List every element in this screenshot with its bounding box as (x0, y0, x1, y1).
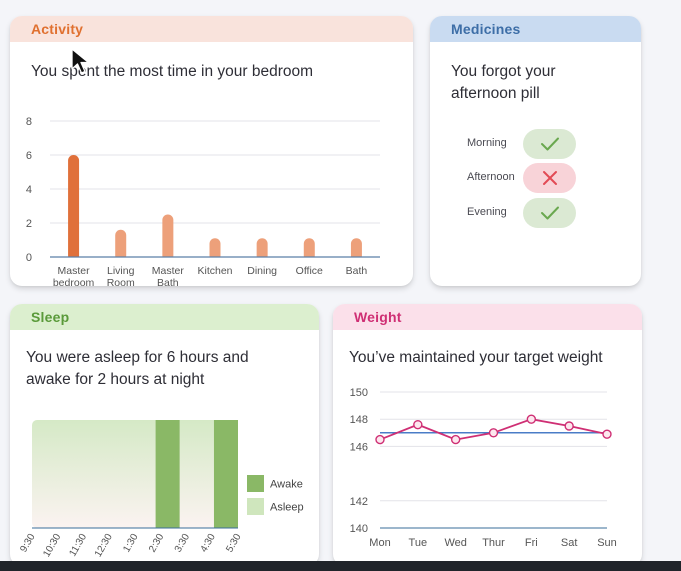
legend-label: Asleep (270, 502, 304, 514)
bottom-bar (0, 561, 681, 571)
x-tick-label: Bath (346, 265, 368, 277)
activity-header: Activity (10, 16, 413, 42)
medicines-title: You forgot your afternoon pill (451, 61, 556, 105)
sleep-title-line1: You were asleep for 6 hours and (26, 349, 249, 366)
x-tick-label: 11:30 (67, 532, 89, 559)
y-tick-label: 4 (26, 184, 32, 196)
x-tick-label: Fri (525, 537, 538, 549)
x-tick-label: Bath (157, 277, 179, 286)
baseline-mask (48, 257, 382, 263)
medicine-label: Morning (467, 137, 507, 149)
sleep-header: Sleep (10, 304, 319, 330)
activity-chart: 02468MasterbedroomLivingRoomMasterBathKi… (26, 116, 382, 286)
medicine-label: Evening (467, 206, 507, 218)
y-tick-label: 150 (350, 387, 368, 399)
mouse-pointer-icon (71, 48, 90, 74)
medicines-card: Medicines You forgot your afternoon pill… (430, 16, 641, 286)
medicine-row-afternoon: Afternoon (430, 163, 641, 193)
weight-point (488, 428, 499, 438)
x-tick-label: Room (107, 277, 135, 286)
medicine-row-evening: Evening (430, 198, 641, 228)
x-tick-label: 12:30 (93, 532, 115, 560)
x-tick-label: 10:30 (41, 532, 63, 560)
x-tick-label: 9:30 (18, 532, 37, 555)
sleep-title-line2: awake for 2 hours at night (26, 371, 205, 388)
bar (115, 229, 127, 261)
check-icon (540, 206, 559, 220)
x-tick-label: Mon (369, 537, 390, 549)
legend-swatch (247, 498, 264, 515)
medicine-status-missed (523, 163, 576, 193)
x-tick-label: Wed (444, 537, 466, 549)
medicine-row-morning: Morning (430, 129, 641, 159)
y-tick-label: 140 (350, 523, 368, 535)
x-tick-label: Kitchen (197, 265, 232, 277)
legend-label: Awake (270, 479, 303, 491)
y-tick-label: 8 (26, 116, 32, 128)
y-tick-label: 142 (350, 496, 368, 508)
x-tick-label: Thur (482, 537, 505, 549)
x-tick-label: Dining (247, 265, 277, 277)
x-tick-label: Tue (409, 537, 428, 549)
weight-point (413, 419, 423, 430)
cross-icon (542, 171, 557, 185)
sleep-card: Sleep You were asleep for 6 hours and aw… (10, 304, 319, 566)
x-tick-label: Sun (597, 537, 617, 549)
medicines-title-line2: afternoon pill (451, 85, 540, 102)
x-tick-label: 1:30 (121, 532, 140, 555)
medicines-header: Medicines (430, 16, 641, 42)
y-tick-label: 148 (350, 414, 368, 426)
sleep-background (32, 420, 238, 528)
check-icon (540, 137, 559, 151)
medicines-title-line1: You forgot your (451, 63, 556, 80)
legend-swatch (247, 475, 264, 492)
x-tick-label: 4:30 (199, 532, 218, 555)
weight-header: Weight (333, 304, 642, 330)
sleep-chart: 9:30 10:30 11:30 12:30 1:30 2:30 3:30 4:30 5:30 A… (18, 420, 304, 560)
weight-chart: 140 142 146 148 150 Mon Tue Wed Thur Fri Sat Sun (350, 387, 617, 549)
x-tick-label: Office (296, 265, 323, 277)
weight-point (526, 414, 537, 424)
weight-card: Weight You’ve maintained your target wei… (333, 304, 642, 566)
y-tick-label: 6 (26, 150, 32, 162)
x-tick-label: 5:30 (224, 532, 243, 555)
weight-title: You’ve maintained your target weight (349, 349, 603, 366)
x-tick-label: 3:30 (173, 532, 192, 555)
weight-point (375, 434, 385, 445)
bar (162, 214, 174, 261)
weight-point (564, 421, 574, 431)
y-tick-label: 2 (26, 218, 32, 230)
medicine-status-taken (523, 198, 576, 228)
x-tick-label: Master (152, 265, 185, 277)
medicine-label: Afternoon (467, 171, 515, 183)
y-tick-label: 0 (26, 252, 32, 264)
weight-point (602, 429, 612, 439)
weight-point (450, 434, 461, 445)
medicine-status-taken (523, 129, 576, 159)
x-tick-label: Master (58, 265, 91, 277)
x-tick-label: Living (107, 265, 135, 277)
x-tick-label: Sat (561, 537, 578, 549)
y-tick-label: 146 (350, 441, 368, 453)
awake-segment (155, 420, 180, 528)
awake-segment (213, 420, 238, 528)
x-tick-label: bedroom (53, 277, 95, 286)
bar (68, 155, 80, 261)
sleep-title: You were asleep for 6 hours and awake fo… (26, 347, 249, 391)
x-tick-label: 2:30 (147, 532, 166, 555)
